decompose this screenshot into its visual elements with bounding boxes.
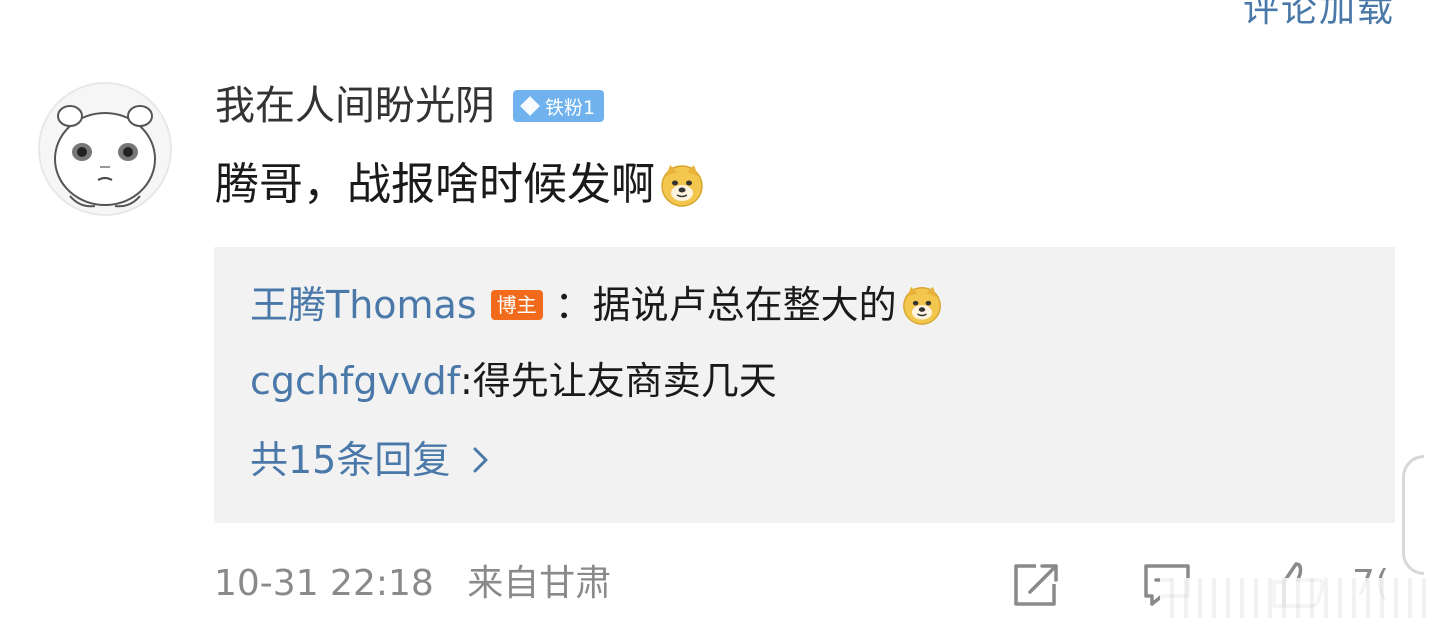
top-partial-text: 评论加载 — [1242, 0, 1395, 30]
reply-text: 据说卢总在整大的 — [592, 283, 897, 327]
comment-thread: 评论加载 我在人间盼光阴 铁粉1 腾哥，战报啥时候发啊 王腾Thomas 博主 … — [0, 0, 1435, 636]
forward-icon[interactable] — [1010, 560, 1062, 612]
comment-header: 我在人间盼光阴 铁粉1 — [215, 80, 605, 132]
fan-badge: 铁粉1 — [513, 90, 605, 122]
replies-box[interactable]: 王腾Thomas 博主 ： 据说卢总在整大的 cgchfgvvdf : 得先让友… — [214, 247, 1395, 523]
avatar[interactable] — [38, 82, 172, 216]
reply-separator: : — [459, 359, 473, 403]
reply-item[interactable]: 王腾Thomas 博主 ： 据说卢总在整大的 — [250, 277, 943, 333]
reply-author[interactable]: 王腾Thomas — [250, 277, 477, 333]
reply-item[interactable]: cgchfgvvdf : 得先让友商卖几天 — [250, 353, 777, 409]
reply-text: 得先让友商卖几天 — [472, 359, 777, 403]
reply-author[interactable]: cgchfgvvdf — [250, 353, 460, 409]
location: 来自甘肃 — [467, 563, 612, 604]
diamond-icon — [520, 96, 540, 116]
blogger-badge: 博主 — [490, 290, 543, 320]
more-replies-link[interactable]: 共15条回复 — [250, 432, 490, 488]
comment-body: 腾哥，战报啥时候发啊 — [215, 150, 705, 220]
avatar-face-icon — [54, 105, 156, 208]
fan-badge-label: 铁粉1 — [545, 96, 596, 119]
timestamp: 10-31 22:18 — [214, 563, 434, 604]
more-replies-label: 共15条回复 — [250, 438, 451, 482]
mosaic-overlay — [1160, 578, 1430, 618]
doge-emoji-icon — [661, 165, 703, 207]
doge-emoji-icon — [902, 286, 941, 325]
comment-text: 腾哥，战报啥时候发啊 — [215, 159, 655, 210]
username[interactable]: 我在人间盼光阴 — [215, 80, 495, 132]
comment-meta: 10-31 22:18 来自甘肃 — [214, 558, 611, 610]
reply-separator: ： — [554, 283, 593, 327]
scroll-handle[interactable] — [1402, 455, 1424, 575]
chevron-right-icon — [472, 445, 490, 475]
